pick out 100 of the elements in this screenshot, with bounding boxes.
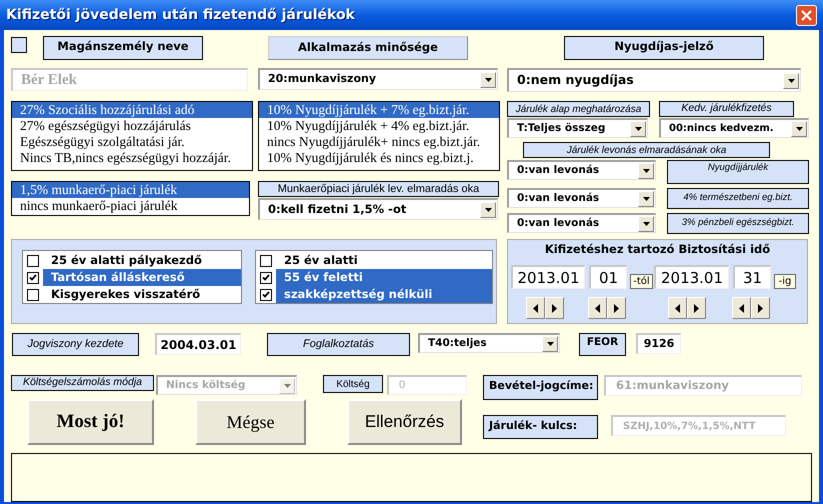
previous-button[interactable] bbox=[588, 297, 607, 320]
date-field[interactable]: 2013.01 bbox=[511, 265, 585, 290]
action-button[interactable]: Mégse bbox=[195, 399, 306, 445]
previous-button[interactable] bbox=[668, 297, 687, 320]
window-title: Kifizetői jövedelem után fizetendő járulékok bbox=[6, 6, 355, 24]
action-button[interactable]: Most jó! bbox=[27, 399, 154, 445]
list-item[interactable]: 27% Szociális hozzájárulási adó bbox=[12, 102, 252, 118]
dropdown[interactable]: T40:teljes bbox=[418, 333, 560, 353]
field-label: Járulék alap meghatározása bbox=[507, 101, 650, 117]
dropdown[interactable]: 0:van levonás bbox=[507, 213, 656, 233]
checkbox[interactable] bbox=[27, 288, 39, 300]
field-label: Kedv. járulékfizetés bbox=[659, 101, 794, 117]
dropdown-button[interactable] bbox=[638, 190, 654, 206]
dropdown-button[interactable] bbox=[630, 120, 646, 136]
checkbox[interactable] bbox=[27, 272, 39, 284]
checklist-label[interactable]: szakképzettség nélküli bbox=[276, 286, 492, 303]
checkbox[interactable] bbox=[11, 37, 27, 53]
list-item[interactable]: 10% Nyugdíjjárulék + 4% eg.bizt.jár. bbox=[259, 118, 499, 134]
list-box[interactable]: 27% Szociális hozzájárulási adó 27% egészségügyi hozzájárulás Egészségügyi szolgáltatási jár. Nincs TB,nincs egészségügyi hozzájár. bbox=[11, 101, 253, 171]
dropdown-button[interactable] bbox=[638, 216, 654, 232]
next-button[interactable] bbox=[751, 297, 770, 320]
field-label: Magánszemély neve bbox=[43, 36, 203, 60]
left-arrow-icon bbox=[533, 304, 538, 313]
next-button[interactable] bbox=[607, 297, 626, 320]
previous-button[interactable] bbox=[526, 297, 545, 320]
close-button[interactable] bbox=[796, 4, 817, 26]
day-field[interactable]: 31 bbox=[733, 265, 771, 290]
dropdown-button[interactable] bbox=[638, 162, 654, 178]
list-item[interactable]: 27% egészségügyi hozzájárulás bbox=[12, 118, 252, 134]
right-arrow-icon bbox=[694, 304, 699, 313]
field-label: 4% természetbeni eg.bizt. bbox=[667, 188, 809, 209]
left-arrow-icon bbox=[675, 304, 680, 313]
dropdown-button[interactable] bbox=[791, 120, 807, 136]
dropdown[interactable]: 0:nem nyugdíjas bbox=[507, 68, 801, 92]
caret-icon bbox=[284, 384, 290, 388]
text-field[interactable]: 9126 bbox=[636, 333, 681, 354]
dropdown-button[interactable] bbox=[480, 202, 496, 218]
day-field[interactable]: 01 bbox=[589, 265, 627, 290]
field-label: Nyugdíjas-jelző bbox=[564, 36, 764, 60]
right-arrow-icon bbox=[614, 304, 619, 313]
check-icon bbox=[262, 274, 270, 281]
dropdown-button[interactable] bbox=[480, 72, 496, 88]
list-item[interactable]: Egészségügyi szolgáltatási jár. bbox=[12, 134, 252, 150]
dropdown[interactable]: 0:kell fizetni 1,5% -ot bbox=[258, 198, 498, 220]
right-arrow-icon bbox=[758, 304, 763, 313]
checkbox[interactable] bbox=[27, 254, 39, 266]
previous-button[interactable] bbox=[732, 297, 751, 320]
caret-icon bbox=[634, 126, 642, 130]
field-label: Foglalkoztatás bbox=[267, 333, 410, 356]
close-icon bbox=[801, 10, 812, 20]
field-label: Költségelszámolás módja bbox=[11, 375, 154, 391]
field-label: Jogviszony kezdete bbox=[12, 333, 139, 356]
checkbox[interactable] bbox=[260, 272, 272, 284]
suffix-label: -ig bbox=[774, 274, 796, 290]
left-arrow-icon bbox=[739, 304, 744, 313]
list-item[interactable]: nincs munkaerő-piaci járulék bbox=[12, 198, 249, 214]
field-label: 3% pénzbeli egészségbizt. bbox=[667, 213, 809, 234]
field-label: Bevétel-jogcíme: bbox=[483, 375, 598, 400]
field-label: Munkaerőpiaci járulék lev. elmaradás oka bbox=[258, 181, 499, 197]
next-button[interactable] bbox=[687, 297, 706, 320]
dropdown[interactable]: T:Teljes összeg bbox=[507, 118, 648, 138]
dropdown-button[interactable] bbox=[783, 72, 799, 88]
list-item[interactable]: nincs Nyugdíjjárulék+ nincs eg.bizt.jár. bbox=[259, 134, 499, 150]
checklist-label[interactable]: 25 év alatti bbox=[276, 252, 492, 269]
dropdown[interactable]: 20:munkaviszony bbox=[258, 68, 498, 90]
text-field[interactable]: 2004.03.01 bbox=[155, 333, 241, 355]
caret-icon bbox=[642, 222, 650, 226]
caret-icon bbox=[788, 78, 794, 82]
dropdown-button[interactable] bbox=[542, 336, 558, 352]
list-item[interactable]: 1,5% munkaerő-piaci járulék bbox=[12, 182, 249, 198]
next-button[interactable] bbox=[545, 297, 564, 320]
check-icon bbox=[262, 291, 270, 298]
date-field[interactable]: 2013.01 bbox=[654, 265, 729, 290]
field-label: Nyugdíjjárulék bbox=[667, 160, 809, 184]
checklist-label[interactable]: 55 év feletti bbox=[276, 269, 492, 286]
list-box[interactable]: 10% Nyugdíjjárulék + 7% eg.bizt.jár. 10% Nyugdíjjárulék + 4% eg.bizt.jár. nincs Nyugdíjjárulék+ nincs eg.bizt.jár. 10% Nyugdíjjárulék és nincs eg.bizt.j. bbox=[258, 101, 500, 171]
checkbox[interactable] bbox=[260, 254, 272, 266]
left-arrow-icon bbox=[595, 304, 600, 313]
list-box[interactable]: 1,5% munkaerő-piaci járulék nincs munkaerő-piaci járulék bbox=[11, 181, 250, 216]
checkbox[interactable] bbox=[260, 288, 272, 300]
list-item[interactable]: Nincs TB,nincs egészségügyi hozzájár. bbox=[12, 150, 252, 166]
checklist-label[interactable]: Tartósan álláskereső bbox=[43, 269, 241, 286]
checklist-label[interactable]: Kisgyerekes visszatérő bbox=[43, 286, 241, 303]
dropdown[interactable]: 0:van levonás bbox=[507, 188, 656, 208]
dropdown[interactable]: 0:van levonás bbox=[507, 160, 656, 180]
suffix-label: -tól bbox=[630, 274, 653, 290]
field-label: Járulék- kulcs: bbox=[483, 415, 598, 439]
field-label: FEOR bbox=[579, 333, 626, 356]
caret-icon bbox=[484, 208, 492, 212]
list-item[interactable]: 10% Nyugdíjjárulék és nincs eg.bizt.j. bbox=[259, 150, 499, 166]
caret-icon bbox=[796, 126, 802, 130]
checklist-label[interactable]: 25 év alatti pályakezdő bbox=[43, 252, 241, 269]
dropdown[interactable]: 00:nincs kedvezm. bbox=[659, 118, 809, 138]
field-label: Költség bbox=[323, 375, 383, 393]
field-label: Alkalmazás minősége bbox=[268, 36, 468, 60]
action-button[interactable]: Ellenőrzés bbox=[347, 399, 462, 445]
caret-icon bbox=[642, 168, 650, 172]
caret-icon bbox=[484, 78, 492, 82]
caret-icon bbox=[642, 196, 650, 200]
list-item[interactable]: 10% Nyugdíjjárulék + 7% eg.bizt.jár. bbox=[259, 102, 499, 118]
